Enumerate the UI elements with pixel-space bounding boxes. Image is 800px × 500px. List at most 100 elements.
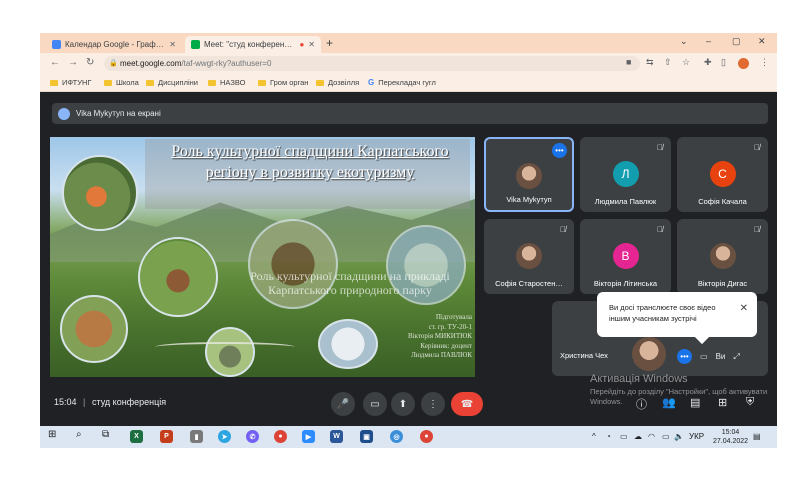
wifi-icon[interactable]: ◠ [648,432,655,441]
tab-meet[interactable]: Meet: "студ конференція" ● ✕ [185,36,321,53]
bookmark-item[interactable]: Дисципліни [146,78,198,87]
folder-icon [316,79,324,86]
bookmark-item[interactable]: Дозвілля [316,78,359,87]
tab-calendar[interactable]: Календар Google - Графік почи ✕ [46,36,182,53]
presenting-text: Vika Mykутуп на екрані [76,109,161,118]
more-options-button[interactable]: ⋮ [421,392,445,416]
bookmark-star-icon[interactable]: ☆ [682,57,690,68]
viber-icon[interactable]: ✆ [246,430,259,443]
cloud-icon[interactable]: ☁ [634,432,642,441]
road-line [155,342,295,352]
chat-icon[interactable]: ▤ [690,396,700,409]
bookmark-item[interactable]: ИФТУНГ [50,78,92,87]
camera-icon[interactable]: ■ [626,57,631,67]
translate-icon[interactable]: ⇆ [646,57,654,68]
language-indicator[interactable]: УКР [689,432,704,441]
bookmark-item[interactable]: G Перекладач гугл [368,78,436,87]
back-icon[interactable]: ← [50,57,60,68]
mic-off-icon: 🎙̸ [754,225,760,234]
activities-icon[interactable]: ⊞ [718,396,727,409]
more-options-icon[interactable]: ••• [552,143,567,158]
taskbar-clock[interactable]: 15:04 27.04.2022 [713,429,748,446]
tray-expand-icon[interactable]: ^ [592,432,596,441]
excel-icon[interactable]: X [130,430,143,443]
participant-avatar: С [709,161,736,187]
lock-icon[interactable]: 🔒 [109,59,118,67]
close-tab-icon[interactable]: ✕ [308,40,315,49]
more-menu-icon[interactable]: ⋮ [760,57,769,68]
browser-icon[interactable]: ◎ [390,430,403,443]
clock-date: 27.04.2022 [713,437,749,445]
camera-icon[interactable]: ▭ [700,352,708,361]
presentation-slide[interactable]: Роль культурної спадщини Карпатського ре… [50,137,475,377]
close-window-button[interactable]: ✕ [758,36,766,47]
windows-start-icon[interactable]: ⊞ [48,429,56,440]
participant-photo [516,243,542,269]
participant-name: Христина Чех [560,351,608,360]
network-icon[interactable]: ◔ [606,432,611,441]
share-icon[interactable]: ⇧ [664,57,672,68]
leave-call-button[interactable]: ☎ [451,392,483,416]
new-tab-button[interactable]: + [326,36,333,50]
folder-icon [146,79,154,86]
drive-icon[interactable]: ▭ [620,432,628,441]
search-icon[interactable]: ⌕ [76,429,82,440]
task-view-icon[interactable]: ⧉ [102,429,109,440]
expand-icon[interactable]: ⤢ [733,352,739,362]
participant-tile[interactable]: 🎙̸ В Вікторія Літинська [580,219,671,294]
mic-icon: 🎤 [336,398,350,410]
chrome-icon[interactable]: ● [420,430,433,443]
people-icon[interactable]: 👥 [662,396,676,409]
side-panel-icon[interactable]: ▯ [721,57,726,68]
reload-icon[interactable]: ↻ [86,57,94,68]
battery-icon[interactable]: ▭ [662,432,670,441]
more-vert-icon: ⋮ [428,398,438,410]
participant-photo [632,337,666,371]
usb-icon[interactable]: ▮ [190,430,203,443]
bookmark-item[interactable]: НАЗВО [208,78,245,87]
photo-hills [205,327,255,377]
telegram-icon[interactable]: ➤ [218,430,231,443]
google-icon: G [368,78,375,87]
host-controls-icon[interactable]: ⛨ [746,396,754,409]
profile-avatar[interactable] [738,58,749,69]
screenshot-frame: Календар Google - Графік почи ✕ Meet: "с… [40,33,777,448]
camera-button[interactable]: ▭ [363,392,387,416]
address-toolbar: ← → ↻ 🔒 meet.google.com/taf-wwgt-rky?aut… [40,53,777,74]
participant-tile[interactable]: 🎙̸ Софія Старостен… [484,219,574,294]
participant-tile[interactable]: 🎙̸ Л Людмила Павлюк [580,137,671,212]
participant-tile[interactable]: 🎙̸ Вікторія Дигас [677,219,768,294]
meeting-control-bar: 15:04 | студ конференція 🎤 ▭ ⬆ ⋮ ☎ ⓘ 👥 ▤… [40,387,777,421]
participant-tile[interactable]: ••• Vika Mykутуп [484,137,574,212]
close-icon[interactable]: ✕ [740,303,748,314]
participant-name: Vika Mykутуп [506,195,552,204]
photo-highland-cow [60,295,128,363]
participant-avatar: В [612,243,639,269]
chrome-icon[interactable]: ● [274,430,287,443]
tab-search-icon[interactable]: ⌄ [680,36,688,47]
forward-icon[interactable]: → [68,57,78,68]
tab-label: Meet: "студ конференція" [204,40,297,49]
url-host: meet.google.com [120,59,182,68]
more-options-icon[interactable]: ••• [677,349,692,364]
powerpoint-icon[interactable]: P [160,430,173,443]
notifications-icon[interactable]: ▤ [753,432,761,441]
restore-button[interactable]: ▢ [732,36,741,47]
volume-icon[interactable]: 🔈 [674,432,684,441]
present-button[interactable]: ⬆ [391,392,415,416]
bookmark-item[interactable]: Школа [104,78,139,87]
extensions-icon[interactable]: ✚ [704,57,712,68]
minimize-button[interactable]: – [706,36,711,46]
end-call-icon: ☎ [460,398,474,410]
save-disk-icon[interactable]: ▣ [360,430,373,443]
info-icon[interactable]: ⓘ [636,396,647,412]
participant-tile[interactable]: 🎙̸ С Софія Качала [677,137,768,212]
mic-button[interactable]: 🎤 [331,392,355,416]
address-bar[interactable]: 🔒 meet.google.com/taf-wwgt-rky?authuser=… [104,56,640,71]
participant-photo [516,163,542,189]
close-tab-icon[interactable]: ✕ [169,40,176,49]
bookmark-item[interactable]: Гром орган [258,78,308,87]
zoom-icon[interactable]: ▶ [302,430,315,443]
windows-taskbar: ⊞ ⌕ ⧉ X P ▮ ➤ ✆ ● ▶ W ▣ ◎ ● ^ ◔ ▭ ☁ ◠ ▭ … [40,426,777,448]
word-icon[interactable]: W [330,430,343,443]
